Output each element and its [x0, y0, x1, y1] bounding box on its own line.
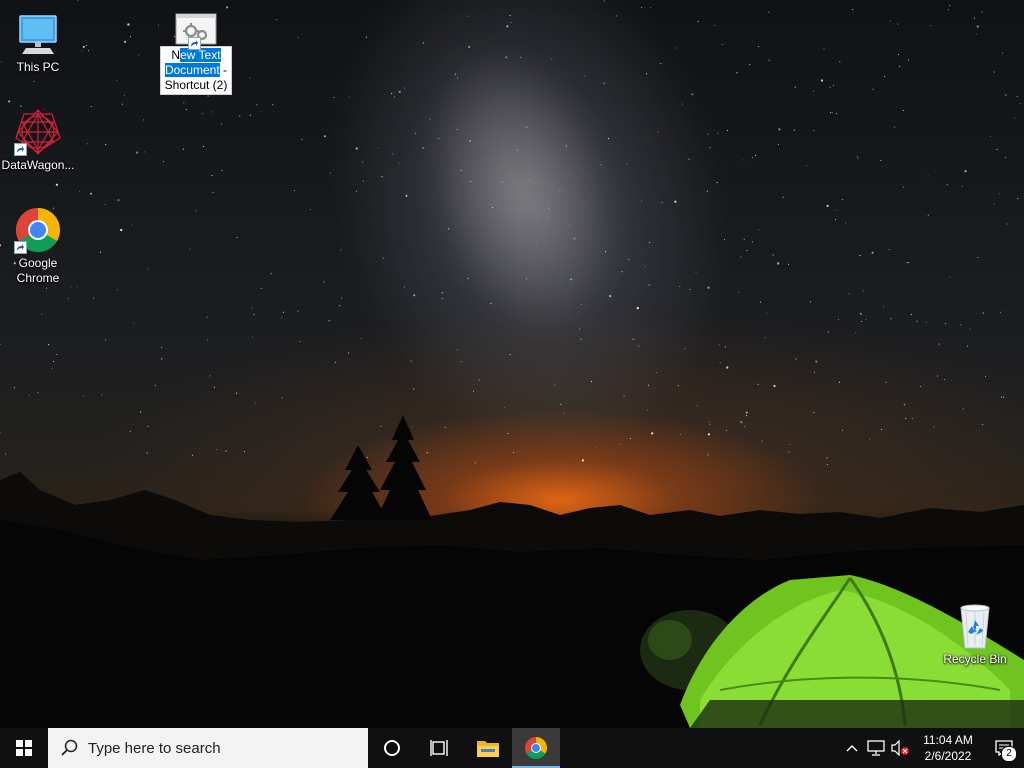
chrome-taskbar-button[interactable]: [512, 728, 560, 768]
label-text: Shortcut (2): [164, 78, 228, 92]
desktop-icon-label: This PC: [16, 60, 60, 74]
desktop-icon-google-chrome[interactable]: Google Chrome: [0, 206, 76, 286]
chrome-icon: [14, 206, 62, 254]
volume-muted-icon: [891, 740, 909, 756]
show-hidden-icons-button[interactable]: [840, 728, 864, 768]
settings-gears-file-icon: [174, 12, 218, 50]
start-button[interactable]: [0, 728, 48, 768]
chrome-icon: [525, 737, 547, 759]
label-selected-text: Document: [164, 63, 220, 77]
label-selected-text: ew Text: [180, 48, 221, 62]
desktop-icon-this-pc[interactable]: This PC: [0, 10, 76, 75]
task-view-icon: [430, 740, 448, 756]
notification-count-badge: 2: [1001, 746, 1017, 762]
chevron-up-icon: [846, 745, 858, 752]
desktop-icon-recycle-bin[interactable]: Recycle Bin: [937, 602, 1013, 667]
taskbar-search-box[interactable]: Type here to search: [48, 728, 368, 768]
desktop-icon-label: Google Chrome: [16, 256, 60, 285]
system-tray: 11:04 AM 2/6/2022 2: [840, 728, 1024, 768]
label-text-cursor-part: N: [171, 48, 181, 62]
datawagon-icon: [14, 108, 62, 156]
file-explorer-button[interactable]: [464, 728, 512, 768]
clock-date: 2/6/2022: [924, 749, 972, 763]
shortcut-arrow-icon: [14, 241, 27, 254]
cortana-button[interactable]: [368, 728, 416, 768]
task-view-button[interactable]: [416, 728, 464, 768]
desktop-icon-datawagon[interactable]: DataWagon...: [0, 108, 76, 173]
cortana-circle-icon: [384, 740, 400, 756]
desktop-icon-label: DataWagon...: [1, 158, 75, 172]
night-landscape: [0, 415, 1024, 728]
action-center-button[interactable]: 2: [984, 728, 1024, 768]
desktop-icon-new-text-document-shortcut[interactable]: New Text Document - Shortcut (2): [158, 12, 234, 95]
desktop-wallpaper: [0, 0, 1024, 728]
taskbar: Type here to search 11:04 AM 2/6/2022 2: [0, 728, 1024, 768]
taskbar-clock[interactable]: 11:04 AM 2/6/2022: [912, 732, 984, 764]
clock-time: 11:04 AM: [923, 733, 973, 747]
rename-text-box[interactable]: New Text Document - Shortcut (2): [159, 46, 233, 95]
file-explorer-icon: [477, 741, 499, 757]
search-placeholder: Type here to search: [88, 739, 221, 757]
desktop-icon-label: Recycle Bin: [943, 652, 1007, 666]
shortcut-arrow-icon: [14, 143, 27, 156]
network-icon: [867, 740, 885, 756]
network-button[interactable]: [864, 728, 888, 768]
windows-logo-icon: [16, 740, 32, 756]
label-text: -: [219, 63, 228, 77]
search-icon: [61, 739, 78, 756]
shortcut-arrow-icon: [188, 37, 201, 50]
volume-button[interactable]: [888, 728, 912, 768]
monitor-icon: [14, 10, 62, 58]
recycle-bin-icon: [951, 602, 999, 650]
